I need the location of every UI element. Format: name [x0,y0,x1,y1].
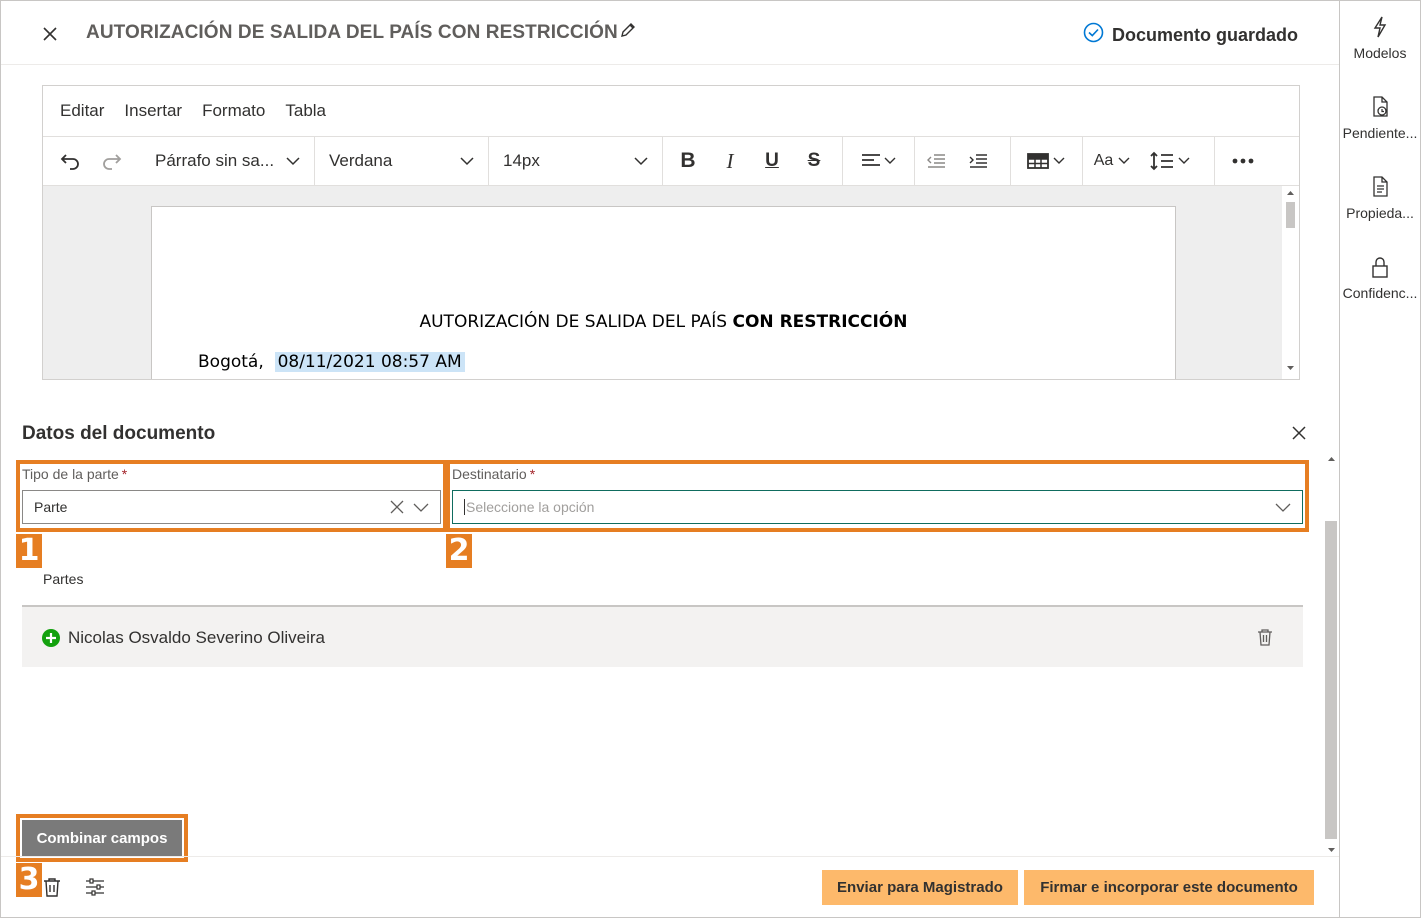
align-select[interactable] [843,137,915,185]
history-group [49,137,141,185]
tipo-parte-label: Tipo de la parte * [22,466,127,482]
editor-canvas[interactable]: AUTORIZACIÓN DE SALIDA DEL PAÍS CON REST… [43,186,1283,379]
annotation-number-2: 2 [446,534,472,568]
footer-divider [1,856,1340,857]
indent-icon[interactable] [957,137,999,185]
chevron-down-icon [460,156,474,165]
trash-icon[interactable] [1257,628,1273,646]
font-size-select[interactable]: 14px [489,137,663,185]
partes-label: Partes [43,571,84,587]
parte-name: Nicolas Osvaldo Severino Oliveira [68,628,325,647]
chevron-down-icon[interactable] [1274,498,1292,516]
document-heading-bold: CON RESTRICCIÓN [732,312,908,332]
strikethrough-icon[interactable]: S [793,137,835,185]
scrollbar-thumb[interactable] [1325,521,1337,839]
paragraph-style-value: Párrafo sin sa... [155,151,275,170]
tipo-parte-label-text: Tipo de la parte [22,466,119,482]
clear-icon[interactable] [388,498,406,516]
undo-icon[interactable] [49,137,91,185]
text-case-label: Aa [1093,152,1114,169]
menu-insertar[interactable]: Insertar [124,101,182,121]
check-circle-icon [1083,22,1104,48]
document-date-field[interactable]: 08/11/2021 08:57 AM [274,352,465,372]
line-height-icon[interactable] [1141,137,1201,185]
italic-icon[interactable]: I [709,137,751,185]
document-list-icon [1373,176,1388,197]
menu-formato[interactable]: Formato [202,101,265,121]
editor-menubar: Editar Insertar Formato Tabla [43,86,1299,136]
lightning-icon [1373,16,1387,38]
chevron-down-icon[interactable] [412,498,430,516]
redo-icon[interactable] [91,137,133,185]
indent-group [915,137,1011,185]
document-clock-icon [1373,96,1388,117]
align-left-icon[interactable] [843,137,914,185]
rich-text-editor: Editar Insertar Formato Tabla Párrafo si… [42,85,1300,380]
tipo-parte-value: Parte [34,499,68,515]
chevron-down-icon [634,156,648,165]
chevron-down-icon [1118,157,1130,164]
header: AUTORIZACIÓN DE SALIDA DEL PAÍS CON REST… [1,1,1340,65]
more-group [1215,137,1271,185]
destinatario-select[interactable]: Seleccione la opción [452,490,1303,524]
sidebar-item-propiedades[interactable]: Propieda... [1340,175,1420,221]
tipo-parte-select[interactable]: Parte [22,490,441,524]
font-family-value: Verdana [329,151,393,170]
menu-editar[interactable]: Editar [60,101,104,121]
destinatario-label: Destinatario * [452,466,535,482]
more-icon[interactable] [1215,137,1271,185]
menu-tabla[interactable]: Tabla [285,101,326,121]
required-mark: * [529,466,536,482]
sidebar-item-confidencial[interactable]: Confidenc... [1340,255,1420,301]
right-sidebar: Modelos Pendiente... Propieda... Confide… [1339,1,1420,917]
add-circle-icon[interactable] [42,629,60,647]
firmar-incorporar-button[interactable]: Firmar e incorporar este documento [1024,870,1314,905]
datos-title: Datos del documento [22,423,216,444]
table-select[interactable] [1011,137,1083,185]
outdent-icon[interactable] [915,137,957,185]
editor-scrollbar[interactable] [1282,186,1299,379]
close-icon[interactable] [37,21,63,47]
text-format-group: B I U S [667,137,843,185]
lock-icon [1372,257,1388,278]
destinatario-label-text: Destinatario [452,466,527,482]
table-icon[interactable] [1011,137,1082,185]
sliders-icon[interactable] [85,878,105,896]
font-size-alt-select[interactable]: Aa [1083,137,1141,185]
required-mark: * [121,466,128,482]
document-heading-normal: AUTORIZACIÓN DE SALIDA DEL PAÍS [419,312,733,332]
sidebar-item-pendientes[interactable]: Pendiente... [1340,95,1420,141]
sidebar-item-label: Propieda... [1346,205,1414,221]
app-window: AUTORIZACIÓN DE SALIDA DEL PAÍS CON REST… [0,0,1421,918]
annotation-number-1: 1 [16,534,42,568]
document-page[interactable]: AUTORIZACIÓN DE SALIDA DEL PAÍS CON REST… [151,206,1176,379]
document-heading: AUTORIZACIÓN DE SALIDA DEL PAÍS CON REST… [152,312,1175,332]
list-item[interactable]: Nicolas Osvaldo Severino Oliveira [22,605,1303,667]
paragraph-style-select[interactable]: Párrafo sin sa... [141,137,315,185]
sidebar-item-label: Confidenc... [1342,285,1418,301]
annotation-number-3: 3 [16,863,42,897]
sidebar-item-modelos[interactable]: Modelos [1340,15,1420,61]
sidebar-item-label: Pendiente... [1342,125,1418,141]
chevron-down-icon [286,156,300,165]
document-date-line: Bogotá, 08/11/2021 08:57 AM [198,352,465,372]
underline-icon[interactable]: U [751,137,793,185]
page-title: AUTORIZACIÓN DE SALIDA DEL PAÍS CON REST… [86,22,618,43]
pencil-icon[interactable] [619,21,641,43]
destinatario-placeholder: Seleccione la opción [464,499,595,515]
font-size-value: 14px [503,151,540,170]
sidebar-item-label: Modelos [1353,45,1407,61]
enviar-magistrado-button[interactable]: Enviar para Magistrado [822,870,1018,905]
font-family-select[interactable]: Verdana [315,137,489,185]
trash-icon[interactable] [43,877,61,897]
document-city: Bogotá, [198,352,264,372]
combinar-campos-button[interactable]: Combinar campos [22,820,182,856]
bold-icon[interactable]: B [667,137,709,185]
saved-status-label: Documento guardado [1111,24,1298,45]
close-icon[interactable] [1292,426,1312,446]
text-case-group: Aa [1083,137,1215,185]
saved-status: Documento guardado [1083,22,1298,48]
editor-toolbar: Párrafo sin sa... Verdana 14px B I U S A… [43,136,1299,186]
panel-scrollbar[interactable] [1324,453,1339,856]
